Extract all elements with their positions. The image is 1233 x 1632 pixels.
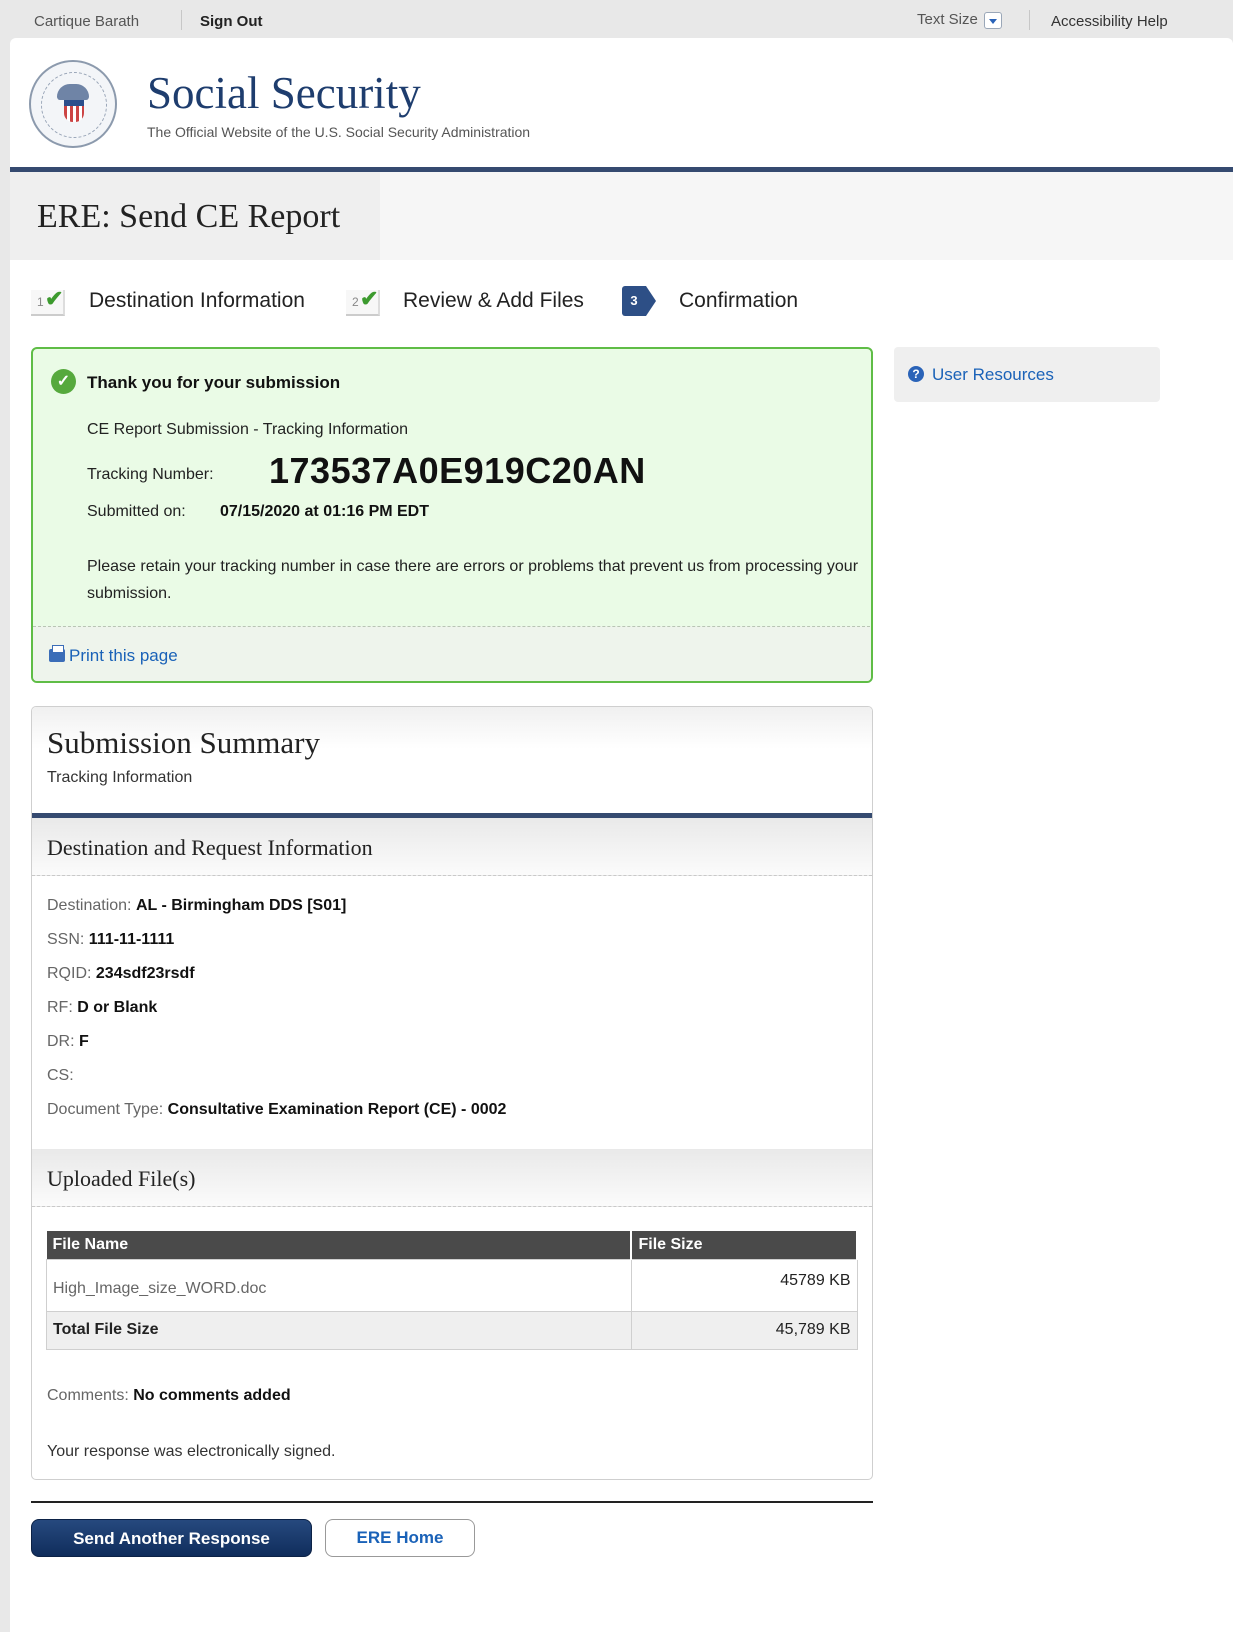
tracking-heading: CE Report Submission - Tracking Informat…	[87, 421, 409, 438]
field-rqid: RQID: 234sdf23rsdf	[47, 965, 195, 982]
file-size-cell: 45789 KB	[630, 1258, 858, 1312]
file-name-cell: High_Image_size_WORD.doc	[46, 1258, 632, 1312]
submitted-on-value: 07/15/2020 at 01:16 PM EDT	[220, 503, 430, 520]
site-tagline: The Official Website of the U.S. Social …	[147, 124, 531, 140]
step-3-current-icon: 3	[622, 286, 658, 316]
user-name: Cartique Barath	[34, 13, 140, 30]
step-1-complete-icon: 1 ✔	[31, 286, 71, 316]
files-section-header: Uploaded File(s)	[32, 1149, 872, 1207]
field-cs: CS:	[47, 1067, 74, 1084]
uploaded-files-table: File Name File Size High_Image_size_WORD…	[46, 1231, 858, 1350]
site-title[interactable]: Social Security	[147, 67, 421, 119]
progress-steps: 1 ✔ Destination Information 2 ✔ Review & A…	[10, 283, 1010, 323]
send-another-response-button[interactable]: Send Another Response	[31, 1519, 312, 1557]
sign-out-link[interactable]: Sign Out	[200, 13, 263, 30]
submission-summary-panel: Submission Summary Tracking Information …	[31, 706, 873, 1480]
tracking-number: 173537A0E919C20AN	[269, 450, 646, 491]
user-resources-link[interactable]: User Resources	[932, 365, 1054, 385]
summary-subtitle: Tracking Information	[47, 769, 193, 786]
success-footer: Print this page	[33, 626, 871, 681]
total-row: Total File Size 45,789 KB	[46, 1310, 858, 1350]
step-review-add-files: Review & Add Files	[403, 289, 584, 312]
comments-line: Comments: No comments added	[47, 1387, 291, 1404]
page-title: ERE: Send CE Report	[37, 198, 341, 235]
user-resources-box: ? User Resources	[894, 347, 1160, 402]
files-section-title: Uploaded File(s)	[47, 1166, 196, 1191]
eagle-icon	[57, 84, 89, 100]
shield-icon	[64, 100, 84, 122]
ssa-seal-logo[interactable]	[29, 60, 117, 148]
success-panel: ✓ Thank you for your submission CE Repor…	[31, 347, 873, 683]
column-header-file-name: File Name	[46, 1231, 633, 1259]
summary-title: Submission Summary	[47, 725, 321, 760]
question-circle-icon: ?	[908, 366, 924, 382]
column-header-file-size: File Size	[631, 1231, 858, 1259]
signed-notice: Your response was electronically signed.	[47, 1443, 336, 1460]
destination-section-title: Destination and Request Information	[47, 835, 373, 860]
total-size-cell: 45,789 KB	[630, 1310, 858, 1350]
site-header: Social Security The Official Website of …	[10, 38, 1233, 172]
table-row: High_Image_size_WORD.doc 45789 KB	[46, 1258, 858, 1312]
step-destination-information: Destination Information	[89, 289, 305, 312]
page-frame: Social Security The Official Website of …	[10, 38, 1233, 1632]
chevron-down-icon[interactable]	[983, 11, 1002, 29]
total-label-cell: Total File Size	[46, 1310, 632, 1350]
printer-icon	[49, 645, 65, 662]
step-2-complete-icon: 2 ✔	[346, 286, 386, 316]
divider	[181, 10, 182, 30]
retain-message: Please retain your tracking number in ca…	[87, 558, 859, 602]
tracking-number-label: Tracking Number:	[87, 466, 214, 483]
field-document-type: Document Type: Consultative Examination …	[47, 1101, 507, 1118]
check-circle-icon: ✓	[51, 369, 76, 394]
text-size-control[interactable]: Text Size	[917, 11, 1002, 29]
print-page-link[interactable]: Print this page	[49, 645, 178, 666]
destination-section-header: Destination and Request Information	[32, 818, 872, 876]
field-dr: DR: F	[47, 1033, 89, 1050]
accessibility-help-link[interactable]: Accessibility Help	[1051, 13, 1168, 30]
success-heading: Thank you for your submission	[87, 373, 341, 392]
text-size-label: Text Size	[917, 11, 978, 28]
field-ssn: SSN: 111-11-1111	[47, 931, 175, 948]
ere-home-button[interactable]: ERE Home	[325, 1519, 475, 1557]
utility-bar: Cartique Barath Sign Out Text Size Acces…	[0, 0, 1233, 38]
table-header-row: File Name File Size	[46, 1231, 858, 1259]
step-confirmation: Confirmation	[679, 289, 799, 312]
divider	[1029, 10, 1030, 30]
actions-divider	[31, 1501, 873, 1503]
field-destination: Destination: AL - Birmingham DDS [S01]	[47, 897, 347, 914]
submitted-on-label: Submitted on:	[87, 503, 186, 520]
field-rf: RF: D or Blank	[47, 999, 158, 1016]
page-title-bar: ERE: Send CE Report	[10, 172, 1233, 260]
